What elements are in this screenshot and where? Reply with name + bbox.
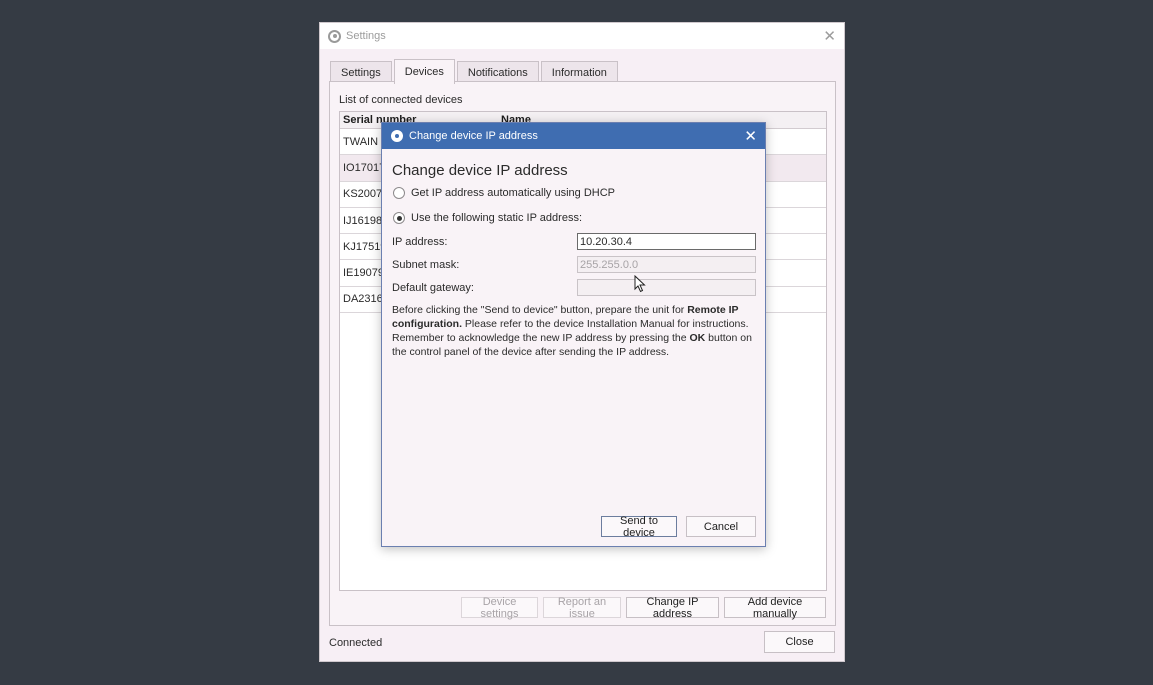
app-logo-icon <box>328 29 341 43</box>
connection-status: Connected <box>329 637 383 649</box>
tab-notifications[interactable]: Notifications <box>456 61 539 83</box>
send-to-device-button[interactable]: Send to device <box>601 515 677 539</box>
dialog-heading: Change device IP address <box>392 162 568 179</box>
tab-devices[interactable]: Devices <box>393 59 455 84</box>
mouse-cursor-icon <box>634 275 646 293</box>
ip-address-label: IP address: <box>392 236 448 248</box>
window-titlebar: Settings ✕ <box>320 23 844 49</box>
dhcp-radio[interactable] <box>393 187 405 199</box>
subnet-mask-label: Subnet mask: <box>392 259 460 271</box>
device-settings-button[interactable]: Device settings <box>461 596 538 620</box>
static-radio-option[interactable]: Use the following static IP address: <box>393 212 582 224</box>
default-gateway-input[interactable] <box>577 279 756 296</box>
window-close-icon[interactable]: ✕ <box>823 27 836 45</box>
dhcp-radio-label: Get IP address automatically using DHCP <box>411 187 615 199</box>
device-action-buttons: Device settings Report an issue Change I… <box>461 596 826 620</box>
instructions-text: Before clicking the "Send to device" but… <box>392 303 757 359</box>
device-list-label: List of connected devices <box>339 94 463 106</box>
dhcp-radio-option[interactable]: Get IP address automatically using DHCP <box>393 187 615 199</box>
change-ip-dialog: Change device IP address ✕ Change device… <box>381 122 766 547</box>
cancel-button[interactable]: Cancel <box>686 516 756 537</box>
ip-address-input[interactable] <box>577 233 756 250</box>
dialog-close-icon[interactable]: ✕ <box>744 127 757 145</box>
window-title: Settings <box>346 30 386 42</box>
report-issue-button[interactable]: Report an issue <box>543 596 621 620</box>
info-text-bold: OK <box>689 332 706 344</box>
add-device-manually-button[interactable]: Add device manually <box>724 596 826 620</box>
info-text-part: Before clicking the "Send to device" but… <box>392 304 688 316</box>
dialog-title: Change device IP address <box>409 130 538 142</box>
default-gateway-label: Default gateway: <box>392 282 474 294</box>
tab-information[interactable]: Information <box>540 61 618 83</box>
static-radio-label: Use the following static IP address: <box>411 212 582 224</box>
static-radio[interactable] <box>393 212 405 224</box>
dialog-titlebar: Change device IP address ✕ <box>382 123 765 149</box>
subnet-mask-input[interactable] <box>577 256 756 273</box>
change-ip-button[interactable]: Change IP address <box>626 596 719 620</box>
close-button[interactable]: Close <box>764 631 835 653</box>
app-logo-icon <box>391 130 403 142</box>
tab-bar: Settings Devices Notifications Informati… <box>330 59 620 84</box>
tab-settings[interactable]: Settings <box>330 61 392 83</box>
